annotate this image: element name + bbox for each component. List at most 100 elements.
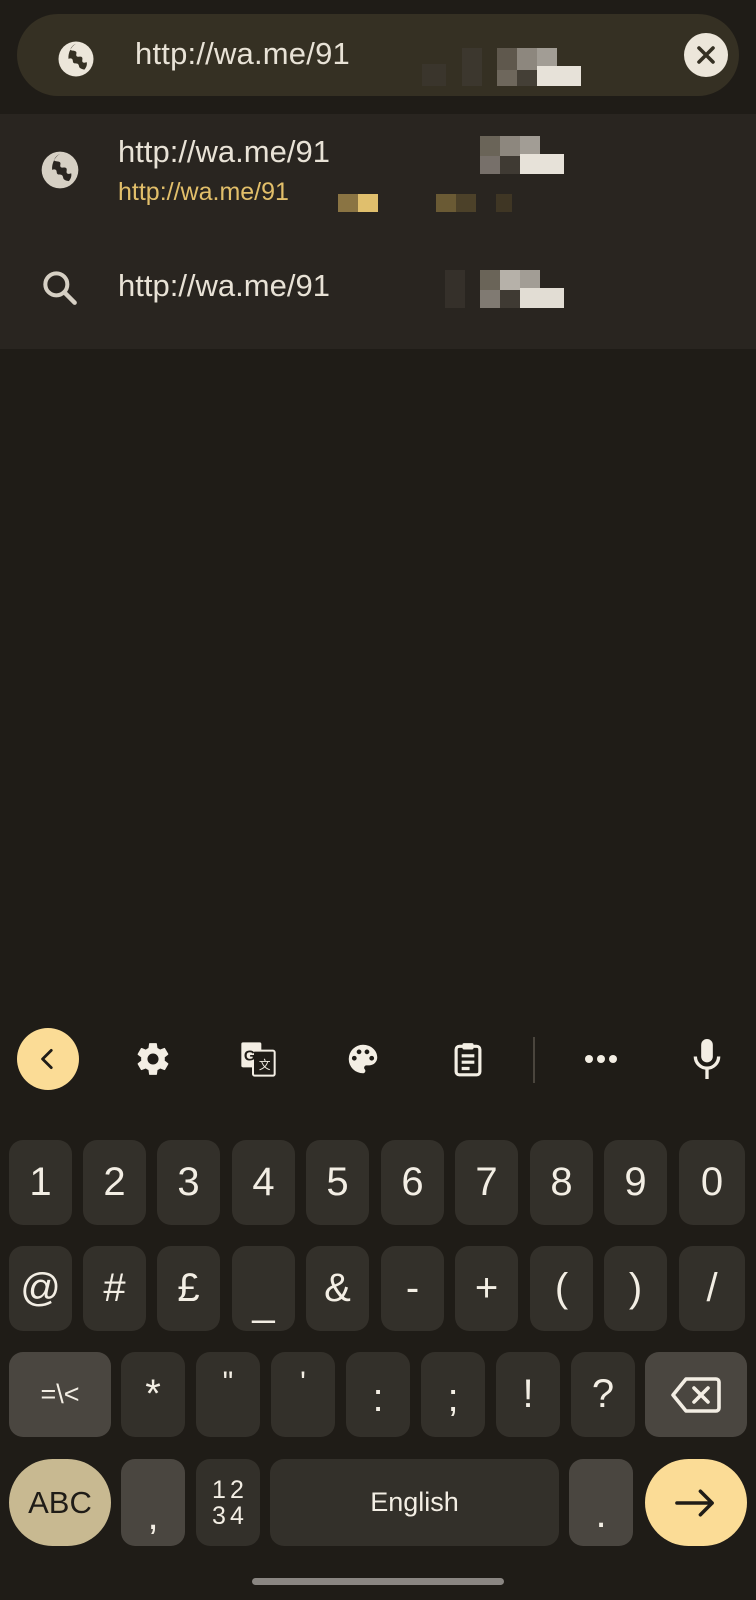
key-open-paren[interactable]: ( <box>530 1246 593 1331</box>
key-label: ABC <box>28 1484 92 1520</box>
suggestion-title: http://wa.me/91 <box>118 268 330 303</box>
key-exclamation[interactable]: ! <box>496 1352 560 1437</box>
key-hash[interactable]: # <box>83 1246 146 1331</box>
backspace-icon <box>671 1376 721 1413</box>
key-apostrophe[interactable]: ' <box>271 1352 335 1437</box>
clear-button[interactable] <box>684 33 728 77</box>
abc-key[interactable]: ABC <box>9 1459 111 1546</box>
more-symbols-key[interactable]: =\< <box>9 1352 111 1437</box>
key-label: 5 <box>326 1160 349 1204</box>
key-underscore[interactable]: _ <box>232 1246 295 1331</box>
more-button[interactable] <box>570 1028 632 1090</box>
key-label: 3 <box>177 1160 200 1204</box>
key-label: . <box>595 1492 607 1536</box>
suggestion-item[interactable]: http://wa.me/91 http://wa.me/91 <box>0 114 756 236</box>
voice-input-button[interactable] <box>676 1028 738 1090</box>
globe-icon <box>58 41 94 77</box>
key-label: 1 <box>29 1160 52 1204</box>
enter-key[interactable] <box>645 1459 747 1546</box>
settings-button[interactable] <box>122 1028 184 1090</box>
key-4[interactable]: 4 <box>232 1140 295 1225</box>
key-label: ( <box>554 1266 569 1310</box>
key-label: ? <box>591 1372 615 1416</box>
key-close-paren[interactable]: ) <box>604 1246 667 1331</box>
key-semicolon[interactable]: ; <box>421 1352 485 1437</box>
close-icon <box>697 46 715 64</box>
suggestion-item[interactable]: http://wa.me/91 <box>0 236 756 349</box>
key-label: 7 <box>475 1160 498 1204</box>
url-text[interactable]: http://wa.me/91 <box>135 36 350 72</box>
globe-icon <box>41 151 79 189</box>
theme-button[interactable] <box>332 1028 394 1090</box>
keyboard-toolbar: G 文 <box>0 1010 756 1110</box>
key-7[interactable]: 7 <box>455 1140 518 1225</box>
key-slash[interactable]: / <box>679 1246 745 1331</box>
key-label: , <box>147 1494 159 1538</box>
key-label: : <box>372 1376 384 1420</box>
top-bar: http://wa.me/91 <box>0 0 756 112</box>
key-2[interactable]: 2 <box>83 1140 146 1225</box>
key-5[interactable]: 5 <box>306 1140 369 1225</box>
gear-icon <box>137 1043 169 1075</box>
key-label: - <box>405 1266 420 1310</box>
toolbar-divider <box>533 1037 535 1083</box>
clipboard-button[interactable] <box>437 1028 499 1090</box>
key-label: 0 <box>700 1160 724 1204</box>
numpad-label: 1 2 3 4 <box>210 1477 246 1529</box>
key-label: 1 <box>212 1475 226 1504</box>
palette-icon <box>348 1044 378 1074</box>
key-label: # <box>103 1266 126 1310</box>
collapse-toolbar-button[interactable] <box>17 1028 79 1090</box>
key-0[interactable]: 0 <box>679 1140 745 1225</box>
home-indicator[interactable] <box>252 1578 504 1585</box>
key-label: " <box>222 1365 234 1399</box>
key-question[interactable]: ? <box>571 1352 635 1437</box>
svg-text:文: 文 <box>259 1058 271 1072</box>
numpad-key[interactable]: 1 2 3 4 <box>196 1459 260 1546</box>
key-comma[interactable]: , <box>121 1459 185 1546</box>
arrow-right-icon <box>675 1489 714 1516</box>
key-period[interactable]: . <box>569 1459 633 1546</box>
key-label: English <box>370 1487 459 1517</box>
page-content-area <box>0 349 756 1009</box>
backspace-key[interactable] <box>645 1352 747 1437</box>
translate-button[interactable]: G 文 <box>227 1028 289 1090</box>
keyboard: G 文 1 2 3 4 5 6 7 8 9 0 @ # £ _ & - + (… <box>0 1010 756 1600</box>
key-label: 4 <box>230 1501 244 1530</box>
key-label: & <box>324 1266 351 1310</box>
svg-text:G: G <box>244 1048 256 1065</box>
key-1[interactable]: 1 <box>9 1140 72 1225</box>
key-double-quote[interactable]: " <box>196 1352 260 1437</box>
suggestion-title: http://wa.me/91 <box>118 134 330 169</box>
key-asterisk[interactable]: * <box>121 1352 185 1437</box>
key-8[interactable]: 8 <box>530 1140 593 1225</box>
key-plus[interactable]: + <box>455 1246 518 1331</box>
key-6[interactable]: 6 <box>381 1140 444 1225</box>
key-label: * <box>145 1372 161 1416</box>
key-label: £ <box>177 1266 200 1310</box>
key-label: @ <box>20 1266 61 1310</box>
key-label: 8 <box>550 1160 573 1204</box>
key-3[interactable]: 3 <box>157 1140 220 1225</box>
translate-icon: G 文 <box>241 1042 276 1077</box>
more-horizontal-icon <box>585 1055 617 1063</box>
space-key[interactable]: English <box>270 1459 559 1546</box>
key-ampersand[interactable]: & <box>306 1246 369 1331</box>
key-label: 2 <box>103 1160 126 1204</box>
key-label: ' <box>300 1365 306 1399</box>
key-label: ; <box>447 1376 459 1420</box>
chevron-left-icon <box>41 1048 53 1070</box>
search-icon <box>43 271 77 305</box>
clipboard-icon <box>454 1043 482 1077</box>
key-at[interactable]: @ <box>9 1246 72 1331</box>
microphone-icon <box>693 1039 721 1079</box>
key-colon[interactable]: : <box>346 1352 410 1437</box>
key-label: 3 <box>212 1501 226 1530</box>
key-minus[interactable]: - <box>381 1246 444 1331</box>
key-label: ! <box>522 1372 534 1416</box>
address-bar[interactable]: http://wa.me/91 <box>17 14 739 96</box>
key-pound[interactable]: £ <box>157 1246 220 1331</box>
suggestions-list: http://wa.me/91 http://wa.me/91 http://w… <box>0 114 756 349</box>
key-label: + <box>474 1266 499 1310</box>
key-9[interactable]: 9 <box>604 1140 667 1225</box>
